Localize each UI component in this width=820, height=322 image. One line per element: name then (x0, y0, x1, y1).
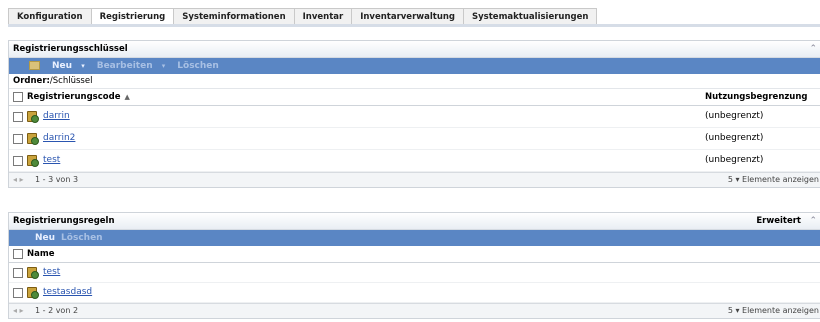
double-chevron-up-icon[interactable]: ⌃ (809, 41, 817, 57)
pager-range: 1 - 3 von 3 (35, 175, 79, 184)
registration-rule-icon (27, 286, 39, 299)
tab-registrierung[interactable]: Registrierung (90, 8, 175, 24)
pager-prev-next-icon[interactable]: ◂ ▸ (13, 304, 24, 318)
delete-button[interactable]: Löschen (177, 61, 219, 71)
pagination-bar: ◂ ▸ 1 - 2 von 2 5 ▾ Elemente anzeigen (9, 303, 820, 318)
table-row: testasdasd (9, 283, 820, 303)
delete-button[interactable]: Löschen (61, 233, 103, 243)
page-size-select[interactable]: 5 ▾ Elemente anzeigen (728, 173, 819, 187)
row-checkbox[interactable] (13, 155, 23, 166)
tab-inventar[interactable]: Inventar (293, 8, 353, 24)
sort-ascending-icon: ▲ (124, 93, 130, 101)
table-row: test (unbegrenzt) (9, 150, 820, 172)
table-row: darrin (unbegrenzt) (9, 106, 820, 128)
folder-breadcrumb: Ordner:/Schlüssel (9, 74, 820, 89)
rule-link[interactable]: testasdasd (43, 287, 92, 297)
table-row: test (9, 263, 820, 283)
select-all-checkbox[interactable] (13, 92, 23, 102)
panel-title: Registrierungsregeln (13, 216, 115, 226)
tab-systemaktualisierungen[interactable]: Systemaktualisierungen (463, 8, 598, 24)
row-checkbox[interactable] (13, 267, 23, 278)
table-header: Registrierungscode ▲ Nutzungsbegrenzung (9, 89, 820, 106)
tab-konfiguration[interactable]: Konfiguration (8, 8, 92, 24)
folder-icon (29, 61, 46, 71)
folder-path[interactable]: /Schlüssel (50, 76, 93, 86)
tab-bar: Konfiguration Registrierung Systeminform… (8, 8, 598, 24)
tab-inventarverwaltung[interactable]: Inventarverwaltung (351, 8, 465, 24)
row-checkbox[interactable] (13, 287, 23, 298)
column-usage-limit[interactable]: Nutzungsbegrenzung (705, 89, 808, 105)
table-header: Name (9, 246, 820, 263)
folder-label: Ordner: (13, 76, 50, 86)
key-link[interactable]: darrin2 (43, 133, 75, 143)
keys-toolbar: Neu ▾ Bearbeiten ▾ Löschen (9, 58, 820, 74)
pagination-bar: ◂ ▸ 1 - 3 von 3 5 ▾ Elemente anzeigen (9, 172, 820, 187)
key-link[interactable]: test (43, 155, 60, 165)
edit-button[interactable]: Bearbeiten ▾ (97, 61, 172, 71)
pager-prev-next-icon[interactable]: ◂ ▸ (13, 173, 24, 187)
new-button[interactable]: Neu ▾ (52, 61, 91, 71)
registration-rule-icon (27, 266, 39, 279)
row-checkbox[interactable] (13, 133, 23, 144)
panel-header: Registrierungsregeln Erweitert ⌃ (9, 213, 820, 230)
table-row: darrin2 (unbegrenzt) (9, 128, 820, 150)
double-chevron-up-icon[interactable]: ⌃ (809, 213, 817, 229)
row-checkbox[interactable] (13, 111, 23, 122)
usage-limit: (unbegrenzt) (705, 111, 764, 121)
registration-key-icon (27, 154, 39, 167)
panel-header: Registrierungsschlüssel ⌃ (9, 41, 820, 58)
select-all-checkbox[interactable] (13, 249, 23, 259)
column-registration-code[interactable]: Registrierungscode ▲ (27, 89, 130, 105)
key-link[interactable]: darrin (43, 111, 70, 121)
tab-underline (8, 24, 820, 27)
rule-link[interactable]: test (43, 267, 60, 277)
pager-range: 1 - 2 von 2 (35, 306, 79, 315)
usage-limit: (unbegrenzt) (705, 155, 764, 165)
registration-key-icon (27, 110, 39, 123)
panel-title: Registrierungsschlüssel (13, 44, 128, 54)
new-button[interactable]: Neu (35, 233, 55, 243)
registration-rules-panel: Registrierungsregeln Erweitert ⌃ Neu Lösc… (8, 212, 820, 319)
tab-systeminformationen[interactable]: Systeminformationen (173, 8, 295, 24)
registration-key-icon (27, 132, 39, 145)
advanced-link[interactable]: Erweitert (756, 213, 801, 229)
column-name[interactable]: Name (27, 246, 54, 262)
usage-limit: (unbegrenzt) (705, 133, 764, 143)
page-size-select[interactable]: 5 ▾ Elemente anzeigen (728, 304, 819, 318)
registration-keys-panel: Registrierungsschlüssel ⌃ Neu ▾ Bearbeite… (8, 40, 820, 188)
rules-toolbar: Neu Löschen (9, 230, 820, 246)
